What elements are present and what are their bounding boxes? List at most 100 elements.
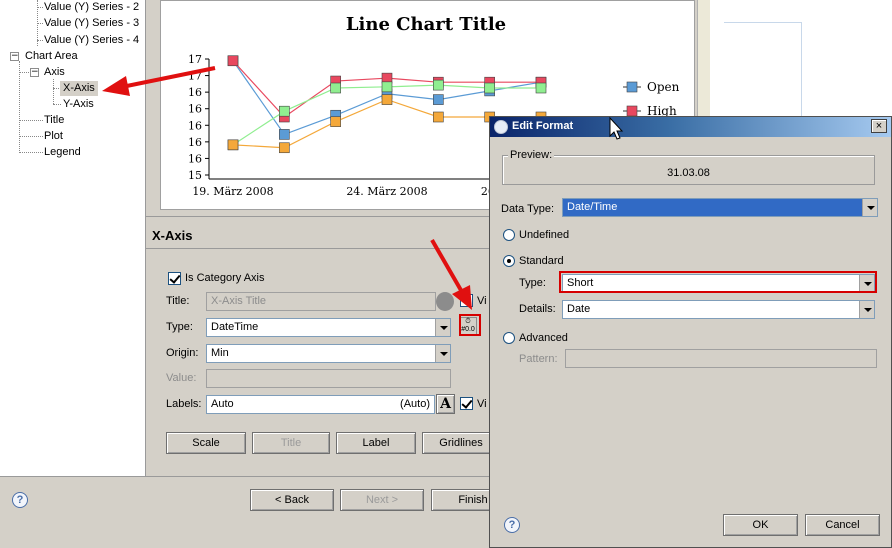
cancel-button[interactable]: Cancel [805, 514, 880, 536]
type-combo-highlight [559, 271, 877, 293]
tree-guide-line [37, 23, 43, 24]
labels-auto-hint: (Auto) [400, 398, 430, 410]
chevron-down-icon[interactable] [859, 301, 874, 318]
advanced-radio[interactable] [503, 332, 515, 344]
advanced-label: Advanced [519, 332, 568, 344]
y-tick-label: 16 [188, 152, 202, 165]
is-category-axis-label: Is Category Axis [185, 272, 265, 284]
collapse-axis-icon[interactable]: − [30, 68, 39, 77]
series-point [433, 111, 444, 123]
dialog-title: Edit Format [512, 120, 574, 132]
origin-label: Origin: [166, 347, 199, 359]
tree-item-y-axis[interactable]: Y-Axis [63, 97, 94, 112]
series-point [279, 129, 290, 140]
ok-button[interactable]: OK [723, 514, 798, 536]
legend-label: Open [647, 80, 680, 94]
labels-font-button[interactable]: A [436, 394, 455, 414]
preview-value: 31.03.08 [667, 167, 710, 179]
scale-button[interactable]: Scale [166, 432, 246, 454]
help-icon[interactable]: ? [504, 517, 520, 533]
help-icon[interactable]: ? [12, 492, 28, 508]
data-type-label: Data Type: [501, 203, 554, 215]
labels-field[interactable]: Auto (Auto) [206, 395, 435, 414]
value-field[interactable] [206, 369, 451, 388]
chevron-down-icon[interactable] [435, 319, 450, 336]
origin-combo-value: Min [211, 347, 229, 359]
details-combo[interactable]: Date [562, 300, 875, 319]
eclipse-app-icon [494, 120, 508, 134]
series-point [484, 82, 495, 94]
tree-item-value-series-2[interactable]: Value (Y) Series - 2 [44, 0, 139, 15]
x-tick-label: 24. März 2008 [346, 185, 427, 198]
y-tick-label: 16 [188, 136, 202, 149]
series-point [433, 94, 444, 105]
dialog-titlebar[interactable]: Edit Format × [490, 117, 891, 137]
origin-combo[interactable]: Min [206, 344, 451, 363]
tree-guide-line [19, 120, 43, 121]
tree-item-axis[interactable]: Axis [44, 65, 65, 80]
close-icon[interactable]: × [871, 119, 887, 133]
tree-item-plot[interactable]: Plot [44, 129, 63, 144]
is-category-axis-checkbox[interactable] [168, 272, 181, 285]
pattern-field[interactable] [565, 349, 877, 368]
series-point [330, 82, 341, 94]
labels-field-value: Auto [211, 398, 234, 410]
data-type-combo-value: Date/Time [563, 199, 862, 216]
title-button[interactable]: Title [252, 432, 330, 454]
format-type-label: Type: [519, 277, 546, 289]
details-label: Details: [519, 303, 556, 315]
legend-marker [626, 105, 638, 117]
title-font-icon[interactable] [436, 292, 454, 311]
tree-item-legend[interactable]: Legend [44, 145, 81, 160]
x-tick-label: 19. März 2008 [192, 185, 273, 198]
labels-visible-label: Vi [477, 398, 487, 410]
standard-label: Standard [519, 255, 564, 267]
y-tick-label: 15 [188, 169, 202, 182]
standard-radio[interactable] [503, 255, 515, 267]
title-visible-label: Vi [477, 295, 487, 307]
chevron-down-icon[interactable] [862, 199, 877, 216]
type-combo[interactable]: DateTime [206, 318, 451, 337]
pattern-label: Pattern: [519, 353, 558, 365]
collapse-chart-area-icon[interactable]: − [10, 52, 19, 61]
series-point [433, 79, 444, 91]
series-point [381, 94, 393, 105]
series-point [279, 142, 290, 154]
tree-item-value-series-4[interactable]: Value (Y) Series - 4 [44, 33, 139, 48]
tree-item-value-series-3[interactable]: Value (Y) Series - 3 [44, 16, 139, 31]
chevron-down-icon[interactable] [435, 345, 450, 362]
series-point [227, 139, 239, 151]
tree-item-x-axis[interactable]: X-Axis [60, 81, 98, 96]
title-visible-checkbox[interactable] [460, 294, 473, 307]
undefined-label: Undefined [519, 229, 570, 241]
type-combo-value: DateTime [211, 321, 259, 333]
format-button-highlight [459, 314, 481, 336]
series-point [227, 55, 239, 67]
label-button[interactable]: Label [336, 432, 416, 454]
title-field[interactable]: X-Axis Title [206, 292, 436, 311]
tree-item-title[interactable]: Title [44, 113, 64, 128]
tree-guide-line [37, 7, 43, 8]
tree-guide-line [53, 79, 54, 104]
data-type-combo[interactable]: Date/Time [562, 198, 878, 217]
type-label: Type: [166, 321, 193, 333]
legend-marker [626, 81, 638, 93]
tree-guide-line [53, 104, 61, 105]
y-tick-label: 16 [188, 103, 202, 116]
back-button[interactable]: < Back [250, 489, 334, 511]
series-point [381, 81, 393, 93]
series-point [330, 116, 341, 127]
labels-visible-checkbox[interactable] [460, 397, 473, 410]
tree-guide-line [37, 40, 43, 41]
value-label: Value: [166, 372, 197, 384]
title-label: Title: [166, 295, 190, 307]
y-tick-label: 16 [188, 86, 202, 99]
undefined-radio[interactable] [503, 229, 515, 241]
tree-item-chart-area[interactable]: Chart Area [25, 49, 78, 64]
tree-guide-line [19, 61, 20, 153]
tree-guide-line [19, 136, 43, 137]
section-title: X-Axis [152, 228, 193, 243]
next-button[interactable]: Next > [340, 489, 424, 511]
y-tick-label: 16 [188, 119, 202, 132]
labels-label: Labels: [166, 398, 202, 410]
